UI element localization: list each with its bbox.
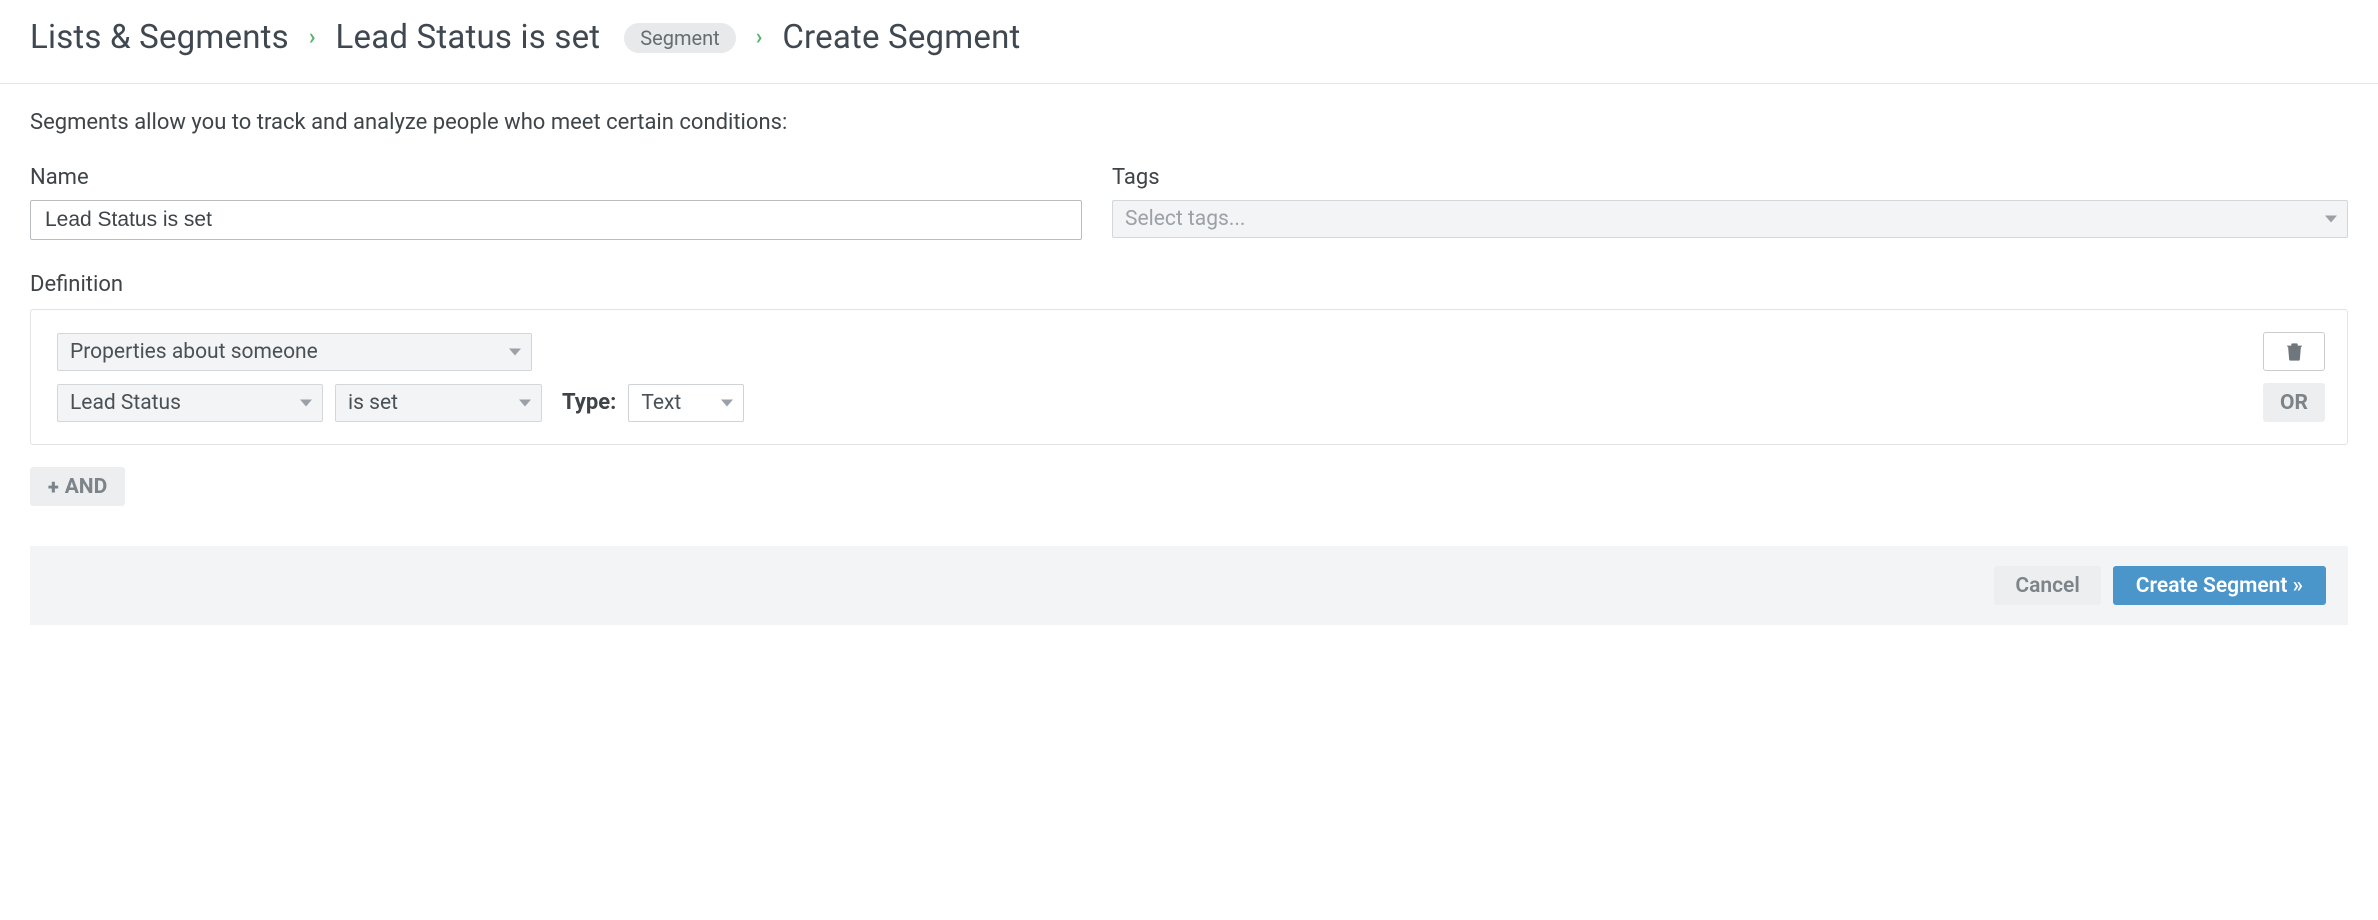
tags-placeholder: Select tags... xyxy=(1125,207,1245,231)
definition-label: Definition xyxy=(30,272,2348,297)
definition-card: Properties about someone Lead Status is … xyxy=(30,309,2348,445)
breadcrumb-current: Create Segment xyxy=(782,18,1020,57)
caret-down-icon xyxy=(509,348,521,355)
caret-down-icon xyxy=(721,399,733,406)
breadcrumb: Lists & Segments › Lead Status is set Se… xyxy=(0,0,2378,84)
segment-badge: Segment xyxy=(624,23,735,53)
type-select[interactable]: Text xyxy=(628,384,744,422)
operator-value: is set xyxy=(348,391,398,415)
footer-bar: Cancel Create Segment » xyxy=(30,546,2348,625)
caret-down-icon xyxy=(519,399,531,406)
property-select[interactable]: Lead Status xyxy=(57,384,323,422)
type-value: Text xyxy=(641,391,681,415)
chevron-right-icon: › xyxy=(307,25,318,50)
condition-type-value: Properties about someone xyxy=(70,340,318,364)
breadcrumb-segment[interactable]: Lead Status is set xyxy=(336,18,601,57)
delete-condition-button[interactable] xyxy=(2263,332,2325,371)
cancel-button[interactable]: Cancel xyxy=(1994,566,2100,605)
name-input[interactable] xyxy=(30,200,1082,240)
breadcrumb-root[interactable]: Lists & Segments xyxy=(30,18,289,57)
type-label: Type: xyxy=(554,390,616,415)
and-label: AND xyxy=(65,475,108,499)
trash-icon xyxy=(2287,343,2302,361)
tags-select[interactable]: Select tags... xyxy=(1112,200,2348,238)
or-button[interactable]: OR xyxy=(2263,383,2325,422)
caret-down-icon xyxy=(300,399,312,406)
create-segment-button[interactable]: Create Segment » xyxy=(2113,566,2326,605)
condition-type-select[interactable]: Properties about someone xyxy=(57,333,532,371)
operator-select[interactable]: is set xyxy=(335,384,542,422)
property-value: Lead Status xyxy=(70,391,181,415)
chevron-right-icon: › xyxy=(754,25,765,50)
intro-text: Segments allow you to track and analyze … xyxy=(30,110,2348,135)
plus-icon: + xyxy=(48,475,59,499)
name-label: Name xyxy=(30,165,1082,190)
tags-label: Tags xyxy=(1112,165,2348,190)
caret-down-icon xyxy=(2325,216,2337,223)
and-button[interactable]: + AND xyxy=(30,467,125,506)
